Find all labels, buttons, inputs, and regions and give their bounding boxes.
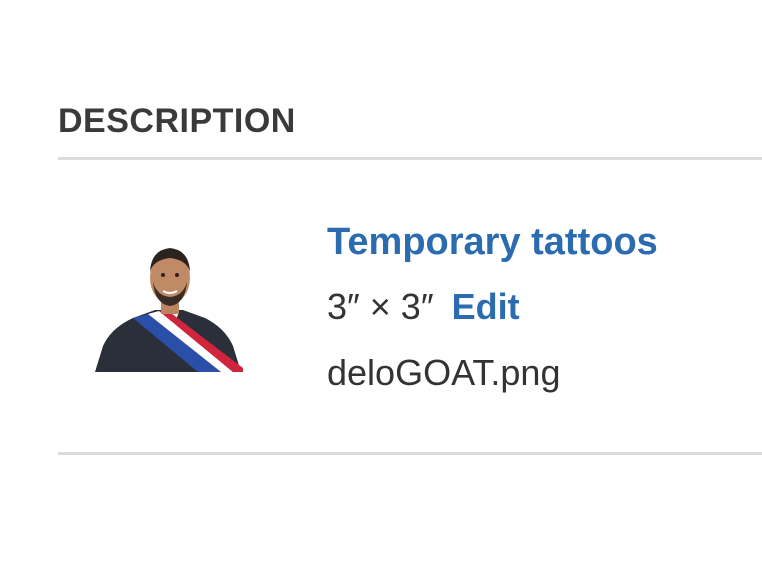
section-heading: DESCRIPTION xyxy=(58,102,296,140)
divider-bottom xyxy=(58,452,762,455)
divider-top xyxy=(58,157,762,160)
size-text: 3″ × 3″ xyxy=(327,286,434,327)
filename-text: deloGOAT.png xyxy=(327,352,561,393)
product-thumbnail xyxy=(93,238,243,372)
item-details: Temporary tattoos 3″ × 3″ Edit deloGOAT.… xyxy=(327,219,658,395)
edit-link[interactable]: Edit xyxy=(452,286,520,327)
product-name-link[interactable]: Temporary tattoos xyxy=(327,219,658,265)
size-row: 3″ × 3″ Edit xyxy=(327,285,658,329)
